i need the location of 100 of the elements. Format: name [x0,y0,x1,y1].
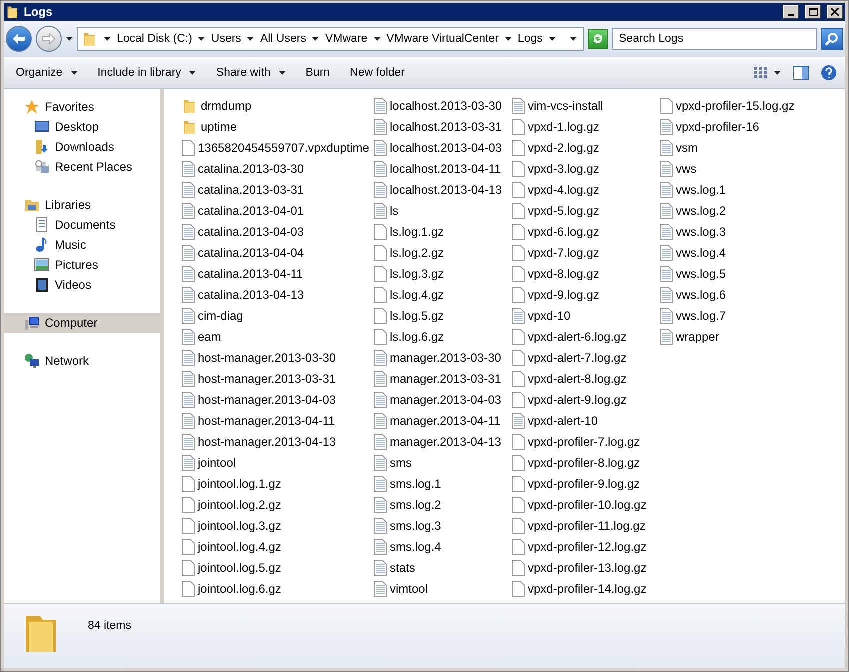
file-item[interactable]: eam [182,326,374,347]
file-item[interactable]: vws.log.1 [660,179,830,200]
file-item[interactable]: vpxd-profiler-9.log.gz [512,473,660,494]
file-item[interactable]: catalina.2013-04-13 [182,284,374,305]
file-item[interactable]: manager.2013-04-11 [374,410,512,431]
file-item[interactable]: vws.log.3 [660,221,830,242]
file-item[interactable]: vpxd-profiler-16 [660,116,830,137]
file-item[interactable]: catalina.2013-03-30 [182,158,374,179]
file-item[interactable]: vpxd-profiler-11.log.gz [512,515,660,536]
toolbar-button[interactable]: Include in library [90,63,204,83]
file-item[interactable]: vpxd-alert-9.log.gz [512,389,660,410]
file-item[interactable]: vpxd-5.log.gz [512,200,660,221]
file-item[interactable]: manager.2013-04-03 [374,389,512,410]
file-item[interactable]: vpxd-alert-10 [512,410,660,431]
file-item[interactable]: localhost.2013-04-11 [374,158,512,179]
file-item[interactable]: host-manager.2013-04-03 [182,389,374,410]
file-item[interactable]: vpxd-10 [512,305,660,326]
file-item[interactable]: vws.log.4 [660,242,830,263]
nav-item[interactable]: Network [4,351,160,371]
file-item[interactable]: vws.log.5 [660,263,830,284]
file-item[interactable]: host-manager.2013-04-11 [182,410,374,431]
file-item[interactable]: localhost.2013-03-30 [374,95,512,116]
file-item[interactable]: host-manager.2013-03-31 [182,368,374,389]
file-item[interactable]: vpxd-profiler-7.log.gz [512,431,660,452]
nav-item[interactable]: Computer [4,313,160,333]
maximize-button[interactable] [805,5,821,19]
file-item[interactable]: vpxd-9.log.gz [512,284,660,305]
nav-item[interactable]: Pictures [4,255,160,275]
file-item[interactable]: ls.log.3.gz [374,263,512,284]
file-item[interactable]: host-manager.2013-04-13 [182,431,374,452]
file-item[interactable]: stats [374,557,512,578]
file-item[interactable]: localhost.2013-04-03 [374,137,512,158]
file-item[interactable]: vws.log.7 [660,305,830,326]
file-item[interactable]: vim-vcs-install [512,95,660,116]
file-item[interactable]: sms.log.2 [374,494,512,515]
file-item[interactable]: manager.2013-04-13 [374,431,512,452]
file-item[interactable]: jointool.log.2.gz [182,494,374,515]
file-item[interactable]: catalina.2013-04-01 [182,200,374,221]
search-field[interactable]: Search Logs [612,28,817,50]
file-item[interactable]: jointool.log.6.gz [182,578,374,599]
file-item[interactable]: catalina.2013-04-04 [182,242,374,263]
breadcrumb[interactable]: All Users [260,33,306,45]
nav-item[interactable]: Favorites [4,97,160,117]
address-bar[interactable]: Local Disk (C:) Users All Users VMware VMware VirtualCenter Logs [77,27,584,51]
close-button[interactable] [827,5,843,19]
file-item[interactable]: vpxd-2.log.gz [512,137,660,158]
file-item[interactable]: vpxd-profiler-12.log.gz [512,536,660,557]
file-item[interactable]: sms.log.3 [374,515,512,536]
search-button[interactable] [821,28,843,50]
file-item[interactable]: ls.log.6.gz [374,326,512,347]
file-item[interactable]: sms [374,452,512,473]
file-item[interactable]: uptime [182,116,374,137]
file-item[interactable]: vpxd-alert-8.log.gz [512,368,660,389]
file-item[interactable]: ls.log.1.gz [374,221,512,242]
refresh-button[interactable] [588,29,608,49]
file-item[interactable]: ls.log.4.gz [374,284,512,305]
file-item[interactable]: ls [374,200,512,221]
file-item[interactable]: localhost.2013-04-13 [374,179,512,200]
breadcrumb[interactable]: Local Disk (C:) [117,33,192,45]
file-item[interactable]: catalina.2013-04-11 [182,263,374,284]
file-item[interactable]: vpxd-4.log.gz [512,179,660,200]
file-item[interactable]: sms.log.4 [374,536,512,557]
nav-item[interactable]: Recent Places [4,157,160,177]
toolbar-button[interactable]: Burn [298,63,338,83]
file-item[interactable]: jointool.log.4.gz [182,536,374,557]
file-item[interactable]: catalina.2013-04-03 [182,221,374,242]
file-item[interactable]: jointool [182,452,374,473]
file-item[interactable]: wrapper [660,326,830,347]
file-item[interactable]: drmdump [182,95,374,116]
toolbar-button[interactable]: Share with [208,63,294,83]
file-item[interactable]: vpxd-7.log.gz [512,242,660,263]
file-item[interactable]: vpxd-alert-6.log.gz [512,326,660,347]
nav-item[interactable]: Documents [4,215,160,235]
breadcrumb[interactable]: Users [211,33,242,45]
file-item[interactable]: ls.log.2.gz [374,242,512,263]
toolbar-button[interactable]: Organize [8,63,86,83]
file-item[interactable]: vimtool [374,578,512,599]
nav-item[interactable]: Music [4,235,160,255]
file-item[interactable]: vpxd-profiler-13.log.gz [512,557,660,578]
file-item[interactable]: jointool.log.3.gz [182,515,374,536]
file-item[interactable]: manager.2013-03-30 [374,347,512,368]
forward-button[interactable] [36,26,62,52]
file-item[interactable]: vws [660,158,830,179]
breadcrumb[interactable]: VMware [325,33,368,45]
file-item[interactable]: catalina.2013-03-31 [182,179,374,200]
file-item[interactable]: host-manager.2013-03-30 [182,347,374,368]
file-item[interactable]: vsm [660,137,830,158]
back-button[interactable] [6,26,32,52]
file-item[interactable]: vpxd-3.log.gz [512,158,660,179]
file-item[interactable]: vpxd-profiler-10.log.gz [512,494,660,515]
nav-item[interactable]: Libraries [4,195,160,215]
nav-item[interactable]: Desktop [4,117,160,137]
minimize-button[interactable] [783,5,799,19]
file-item[interactable]: 1365820454559707.vpxduptime [182,137,374,158]
file-item[interactable]: localhost.2013-03-31 [374,116,512,137]
file-item[interactable]: ls.log.5.gz [374,305,512,326]
file-item[interactable]: vpxd-profiler-14.log.gz [512,578,660,599]
breadcrumb[interactable]: Logs [518,33,543,45]
breadcrumb[interactable]: VMware VirtualCenter [386,33,499,45]
toolbar-button[interactable]: New folder [342,63,414,83]
